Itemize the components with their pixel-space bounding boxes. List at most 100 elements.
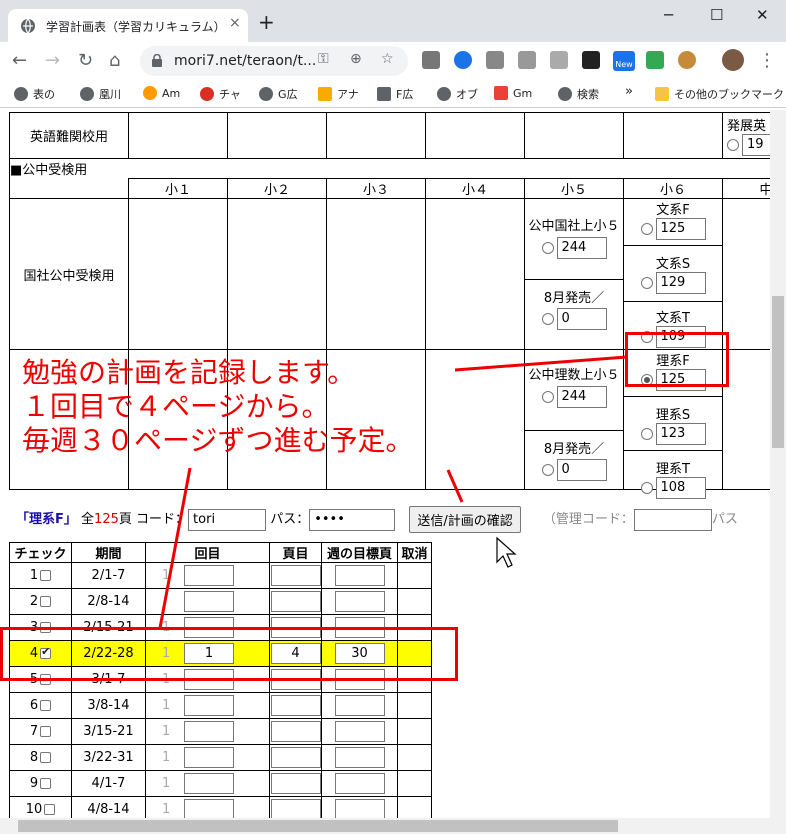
- kai-input[interactable]: [184, 565, 234, 586]
- minimize-button[interactable]: ─: [664, 6, 673, 24]
- radio-button[interactable]: [727, 139, 739, 151]
- page-count-input[interactable]: 244: [556, 386, 607, 408]
- kai-input[interactable]: [184, 773, 234, 794]
- bookmark-item[interactable]: G広: [259, 86, 298, 102]
- kai-input[interactable]: [184, 669, 234, 690]
- page-count-input[interactable]: 125: [655, 369, 706, 391]
- goal-input[interactable]: 30: [334, 643, 385, 664]
- row-checkbox[interactable]: [40, 700, 52, 711]
- bookmark-item[interactable]: Am: [143, 86, 180, 100]
- tab-close-button[interactable]: ×: [229, 15, 241, 31]
- bookmark-item[interactable]: チャ: [200, 86, 241, 102]
- extension-code-icon[interactable]: [550, 51, 568, 69]
- row-checkbox[interactable]: [40, 596, 52, 607]
- radio-button[interactable]: [541, 313, 554, 325]
- submit-button[interactable]: 送信/計画の確認: [409, 506, 521, 533]
- page-count-input[interactable]: 19: [742, 134, 770, 156]
- page-count-input[interactable]: 108: [655, 477, 706, 499]
- radio-button[interactable]: [640, 482, 653, 494]
- page-count-input[interactable]: 0: [556, 308, 607, 330]
- row-checkbox[interactable]: [40, 622, 52, 633]
- page-input[interactable]: [270, 669, 321, 690]
- kai-input[interactable]: [184, 799, 234, 818]
- extension-forward-icon[interactable]: [582, 51, 600, 69]
- goal-input[interactable]: [334, 721, 385, 742]
- extension-bookmark-icon[interactable]: [454, 51, 472, 69]
- page-input[interactable]: [270, 773, 321, 794]
- radio-button[interactable]: [541, 242, 554, 254]
- close-window-button[interactable]: ✕: [756, 6, 769, 24]
- goal-input[interactable]: [334, 617, 385, 638]
- row-checkbox[interactable]: [40, 726, 52, 737]
- home-icon[interactable]: ⌂: [109, 50, 120, 71]
- row-checkbox[interactable]: [40, 570, 52, 581]
- page-input[interactable]: [270, 721, 321, 742]
- horizontal-scroll-thumb[interactable]: [18, 820, 618, 832]
- menu-dots-icon[interactable]: ⋮: [758, 50, 776, 71]
- vertical-scroll-thumb[interactable]: [772, 296, 784, 448]
- extension-new-icon[interactable]: New: [613, 51, 635, 71]
- reload-icon[interactable]: ↻: [78, 50, 93, 71]
- avatar[interactable]: [722, 49, 744, 71]
- kai-input[interactable]: [184, 721, 234, 742]
- star-icon[interactable]: ☆: [381, 51, 394, 67]
- goal-input[interactable]: [334, 565, 385, 586]
- row-checkbox[interactable]: [40, 778, 52, 789]
- bookmark-item[interactable]: Gm: [494, 86, 532, 100]
- page-count-input[interactable]: 123: [655, 423, 706, 445]
- goal-input[interactable]: [334, 747, 385, 768]
- kai-input[interactable]: [184, 617, 234, 638]
- radio-button[interactable]: [640, 428, 653, 440]
- kai-input[interactable]: 1: [184, 643, 234, 664]
- page-input[interactable]: [270, 565, 321, 586]
- radio-button[interactable]: [541, 391, 554, 403]
- bookmark-item[interactable]: アナ: [318, 86, 359, 102]
- page-input[interactable]: [270, 799, 321, 818]
- row-checkbox[interactable]: [40, 752, 52, 763]
- browser-tab[interactable]: 学習計画表（学習カリキュラム） ×: [8, 9, 248, 42]
- radio-button[interactable]: [640, 331, 653, 343]
- address-bar[interactable]: mori7.net/teraon/t... ⚿ ⊕ ☆: [140, 46, 408, 76]
- kai-input[interactable]: [184, 695, 234, 716]
- new-tab-button[interactable]: +: [258, 10, 275, 34]
- zoom-icon[interactable]: ⊕: [350, 51, 362, 67]
- radio-button[interactable]: [541, 464, 554, 476]
- extension-chart-icon[interactable]: [486, 51, 504, 69]
- maximize-button[interactable]: ☐: [710, 6, 723, 24]
- radio-button[interactable]: [640, 277, 653, 289]
- kai-input[interactable]: [184, 591, 234, 612]
- goal-input[interactable]: [334, 695, 385, 716]
- extension-drive-icon[interactable]: [422, 51, 440, 69]
- other-bookmarks-folder[interactable]: その他のブックマーク: [655, 86, 784, 102]
- page-count-input[interactable]: 129: [655, 272, 706, 294]
- password-input[interactable]: ••••: [309, 508, 396, 531]
- admin-code-input[interactable]: [633, 508, 712, 531]
- page-input[interactable]: [270, 617, 321, 638]
- radio-button-selected[interactable]: [640, 374, 653, 386]
- more-bookmarks-button[interactable]: »: [625, 84, 633, 99]
- vertical-scrollbar[interactable]: [770, 110, 786, 818]
- extension-cookie-icon[interactable]: [678, 51, 696, 69]
- bookmark-item[interactable]: F広: [377, 86, 413, 102]
- forward-icon[interactable]: →: [45, 50, 60, 71]
- goal-input[interactable]: [334, 669, 385, 690]
- radio-button[interactable]: [640, 223, 653, 235]
- page-input[interactable]: 4: [270, 643, 321, 664]
- bookmark-item[interactable]: 表の: [14, 86, 55, 102]
- extension-page-icon[interactable]: [518, 51, 536, 69]
- page-count-input[interactable]: 109: [655, 326, 706, 348]
- extension-triangle-icon[interactable]: [646, 51, 664, 69]
- page-input[interactable]: [270, 695, 321, 716]
- row-checkbox[interactable]: [44, 804, 56, 815]
- kai-input[interactable]: [184, 747, 234, 768]
- goal-input[interactable]: [334, 773, 385, 794]
- bookmark-item[interactable]: 検索: [558, 86, 599, 102]
- code-input[interactable]: tori: [188, 508, 267, 531]
- row-checkbox[interactable]: [40, 645, 52, 659]
- page-count-input[interactable]: 244: [556, 237, 607, 259]
- bookmark-item[interactable]: オブ: [437, 86, 478, 102]
- back-icon[interactable]: ←: [12, 50, 27, 71]
- row-checkbox[interactable]: [40, 674, 52, 685]
- bookmark-item[interactable]: 凰川: [80, 86, 121, 102]
- goal-input[interactable]: [334, 591, 385, 612]
